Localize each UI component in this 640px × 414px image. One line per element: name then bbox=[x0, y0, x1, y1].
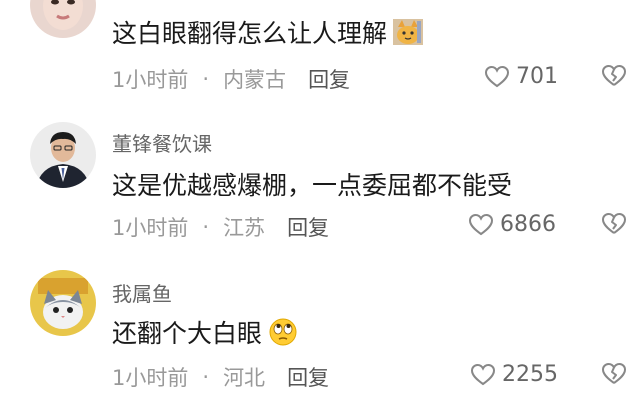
separator-dot: · bbox=[202, 215, 210, 239]
dislike-button[interactable] bbox=[600, 212, 628, 240]
like-count: 701 bbox=[516, 64, 558, 89]
comment-content: 这白眼翻得怎么让人理解 bbox=[112, 14, 424, 50]
comment-location: 江苏 bbox=[223, 216, 266, 240]
like-count: 6866 bbox=[500, 212, 556, 237]
comment-time: 1小时前 bbox=[112, 68, 189, 92]
comment-meta: 1小时前 · 河北 回复 bbox=[112, 362, 329, 392]
comment-time: 1小时前 bbox=[112, 366, 189, 390]
broken-heart-icon bbox=[602, 65, 626, 86]
comment-meta: 1小时前 · 内蒙古 回复 bbox=[112, 64, 350, 94]
separator-dot: · bbox=[202, 67, 210, 91]
heart-icon bbox=[470, 363, 496, 385]
comment-content: 这是优越感爆棚，一点委屈都不能受 bbox=[112, 166, 512, 202]
heart-icon bbox=[484, 65, 510, 87]
comment-location: 内蒙古 bbox=[223, 68, 287, 92]
comment-text: 这是优越感爆棚，一点委屈都不能受 bbox=[112, 171, 513, 200]
dislike-button[interactable] bbox=[600, 64, 628, 92]
like-count: 2255 bbox=[502, 362, 558, 387]
like-button[interactable]: 2255 bbox=[470, 362, 558, 387]
comment-text: 还翻个大白眼 bbox=[112, 319, 263, 348]
avatar[interactable] bbox=[30, 122, 96, 188]
comment-meta: 1小时前 · 江苏 回复 bbox=[112, 212, 329, 242]
comment-time: 1小时前 bbox=[112, 216, 189, 240]
dislike-button[interactable] bbox=[600, 362, 628, 390]
like-button[interactable]: 6866 bbox=[468, 212, 556, 237]
like-button[interactable]: 701 bbox=[484, 64, 558, 89]
broken-heart-icon bbox=[602, 213, 626, 234]
username[interactable]: 董锋餐饮课 bbox=[112, 128, 212, 157]
reply-button[interactable]: 回复 bbox=[287, 212, 329, 242]
broken-heart-icon bbox=[602, 363, 626, 384]
comment-location: 河北 bbox=[223, 366, 266, 390]
comment-content: 还翻个大白眼 bbox=[112, 314, 298, 350]
eye-roll-emoji-icon bbox=[268, 317, 298, 347]
separator-dot: · bbox=[202, 365, 210, 389]
avatar[interactable] bbox=[30, 270, 96, 336]
heart-icon bbox=[468, 213, 494, 235]
reply-button[interactable]: 回复 bbox=[308, 64, 350, 94]
comment-text: 这白眼翻得怎么让人理解 bbox=[112, 19, 388, 48]
avatar[interactable] bbox=[30, 0, 96, 38]
username[interactable]: 我属鱼 bbox=[112, 278, 172, 307]
cat-face-emoji-icon bbox=[393, 17, 424, 47]
reply-button[interactable]: 回复 bbox=[287, 362, 329, 392]
